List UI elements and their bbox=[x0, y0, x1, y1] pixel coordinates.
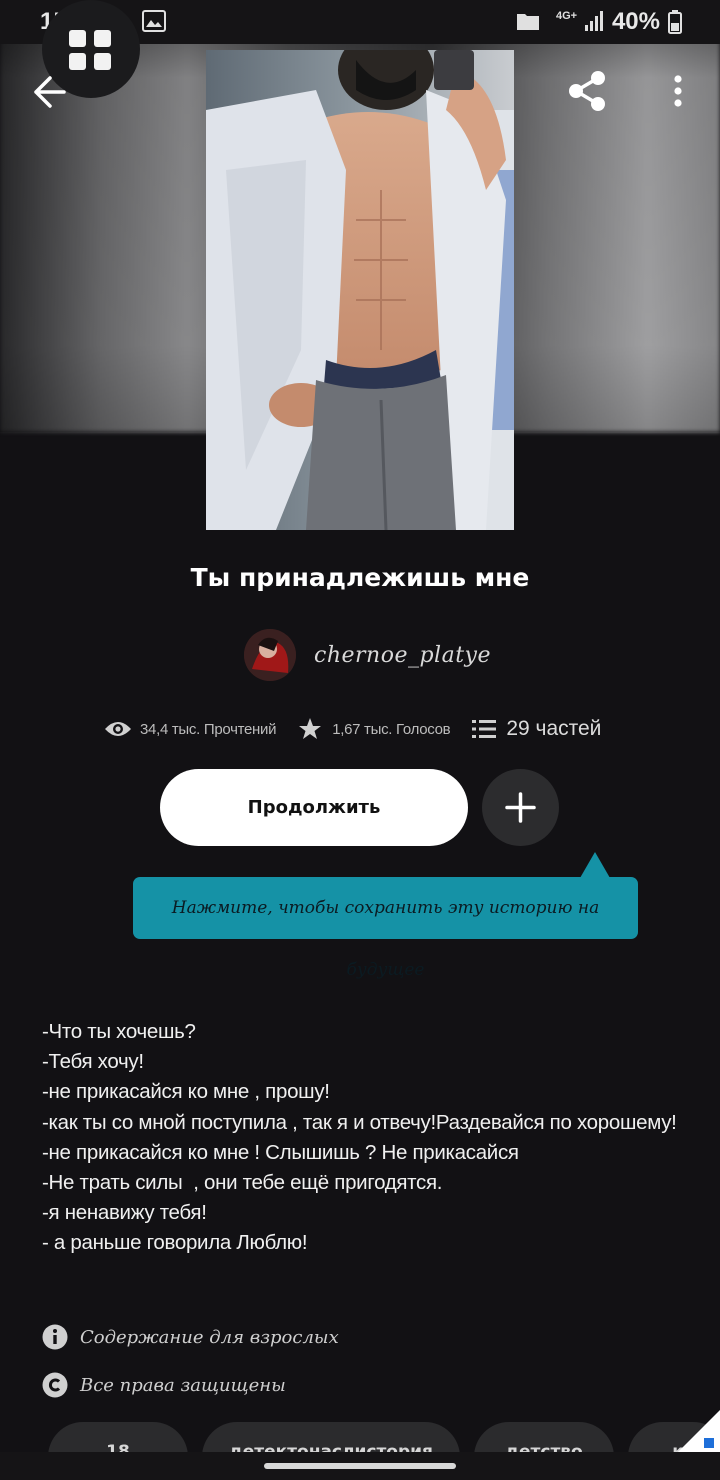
description-line: -Тебя хочу! bbox=[42, 1050, 144, 1074]
parts-count: 29 частей bbox=[506, 717, 602, 740]
cover-image bbox=[206, 50, 514, 530]
network-type: 4G+ bbox=[556, 10, 578, 22]
description-line: -не прикасайся ко мне ! Слышишь ? Не при… bbox=[42, 1140, 519, 1164]
page-corner-icon[interactable] bbox=[676, 1410, 720, 1454]
list-icon bbox=[472, 720, 497, 738]
copyright-notice: Все права защищены bbox=[42, 1372, 286, 1398]
story-description: -Что ты хочешь? -Тебя хочу! -не прикасай… bbox=[42, 1017, 682, 1259]
plus-icon bbox=[505, 792, 536, 823]
info-icon bbox=[42, 1324, 68, 1350]
signal-icon bbox=[585, 11, 603, 31]
more-vertical-icon[interactable] bbox=[668, 74, 688, 108]
description-line: -Что ты хочешь? bbox=[42, 1020, 196, 1043]
story-title: Ты принадлежишь мне bbox=[190, 563, 530, 592]
add-to-library-button[interactable] bbox=[482, 769, 559, 846]
home-gesture-handle[interactable] bbox=[264, 1463, 456, 1469]
avatar bbox=[244, 629, 296, 681]
reads-count: 34,4 тыс. Прочтений bbox=[140, 720, 277, 738]
votes-stat: 1,67 тыс. Голосов bbox=[298, 717, 451, 741]
eye-icon bbox=[105, 722, 131, 736]
copyright-icon bbox=[42, 1372, 68, 1398]
share-icon[interactable] bbox=[564, 68, 610, 114]
book-cover[interactable] bbox=[206, 50, 514, 530]
author-link[interactable]: chernoe_platye bbox=[244, 628, 491, 682]
description-line: - а раньше говорила Люблю! bbox=[42, 1231, 308, 1255]
battery-icon bbox=[668, 10, 682, 34]
description-line: -я ненавижу тебя! bbox=[42, 1201, 207, 1225]
mature-content-notice: Содержание для взрослых bbox=[42, 1324, 339, 1350]
parts-stat[interactable]: 29 частей bbox=[472, 717, 601, 741]
battery-percent: 40% bbox=[611, 8, 660, 35]
copyright-label: Все права защищены bbox=[80, 1374, 286, 1396]
folder-icon bbox=[517, 14, 539, 30]
reads-stat: 34,4 тыс. Прочтений bbox=[104, 719, 276, 739]
story-stats: 34,4 тыс. Прочтений 1,67 тыс. Голосов 29… bbox=[104, 712, 601, 746]
votes-count: 1,67 тыс. Голосов bbox=[332, 720, 451, 738]
gallery-icon bbox=[142, 10, 166, 32]
mature-content-label: Содержание для взрослых bbox=[80, 1326, 339, 1348]
description-line: -Не трать силы , они тебе ещё пригодятся… bbox=[42, 1171, 443, 1195]
arrow-left-icon[interactable] bbox=[30, 74, 68, 110]
tooltip-arrow bbox=[580, 852, 610, 878]
description-line: -как ты со мной поступила , так я и отве… bbox=[42, 1110, 677, 1134]
navigation-bar bbox=[0, 1452, 720, 1480]
save-tooltip[interactable]: Нажмите, чтобы сохранить эту историю на … bbox=[133, 877, 638, 980]
description-line: -не прикасайся ко мне , прошу! bbox=[42, 1080, 330, 1104]
author-name: chernoe_platye bbox=[314, 642, 491, 668]
star-icon bbox=[299, 718, 322, 739]
continue-reading-button[interactable]: Продолжить bbox=[160, 769, 468, 846]
